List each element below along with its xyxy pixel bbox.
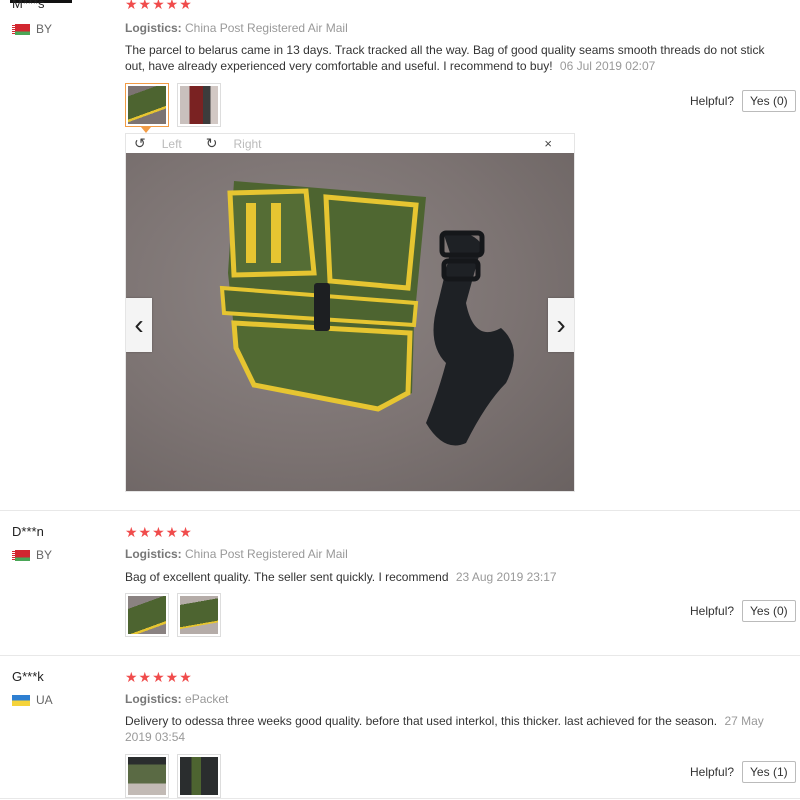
photo-thumbnail[interactable] — [177, 83, 221, 127]
helpful-yes-button[interactable]: Yes (0) — [742, 600, 796, 622]
photo-thumbnail[interactable] — [177, 754, 221, 798]
photo-thumbnail[interactable] — [177, 593, 221, 637]
review-text: Bag of excellent quality. The seller sen… — [125, 569, 765, 585]
logistics-info: Logistics: China Post Registered Air Mai… — [125, 21, 348, 35]
review-text: Delivery to odessa three weeks good qual… — [125, 713, 765, 745]
star-rating: ★★★★★ — [125, 524, 193, 540]
reviewer-country: BY — [12, 22, 52, 36]
reviewer-name: M***s — [12, 0, 45, 11]
review-body: The parcel to belarus came in 13 days. T… — [125, 43, 765, 73]
bag-photo-thumb — [128, 757, 166, 795]
reviewer-country: UA — [12, 693, 53, 707]
helpful-label: Helpful? — [690, 765, 735, 779]
next-photo-button[interactable]: › — [548, 298, 574, 352]
photo-thumbnails — [125, 754, 221, 798]
review-photo: ‹ › — [126, 153, 574, 491]
photo-thumbnails — [125, 83, 221, 127]
country-code: BY — [36, 548, 53, 562]
logistics-info: Logistics: China Post Registered Air Mai… — [125, 547, 348, 561]
review-date: 23 Aug 2019 23:17 — [455, 570, 557, 584]
viewer-toolbar: ↺ Left ↻ Right × — [126, 134, 574, 153]
prev-photo-button[interactable]: ‹ — [126, 298, 152, 352]
review-body: Bag of excellent quality. The seller sen… — [125, 570, 449, 584]
star-rating: ★★★★★ — [125, 0, 193, 12]
logistics-value: ePacket — [185, 692, 229, 706]
photo-thumbnail[interactable] — [125, 83, 169, 127]
photo-thumbnail[interactable] — [125, 593, 169, 637]
rotate-right-icon: ↻ — [205, 135, 218, 151]
logistics-value: China Post Registered Air Mail — [185, 21, 348, 35]
review-divider — [0, 655, 800, 656]
photo-thumbnail[interactable] — [125, 754, 169, 798]
rotate-left-label: Left — [161, 136, 182, 151]
bag-photo-thumb — [180, 757, 218, 795]
review-divider — [0, 510, 800, 511]
reviewer-country: BY — [12, 548, 52, 562]
country-code: BY — [36, 22, 53, 36]
helpful-yes-button[interactable]: Yes (1) — [742, 761, 796, 783]
logistics-label: Logistics: — [125, 547, 182, 561]
country-code: UA — [36, 693, 53, 707]
review-body: Delivery to odessa three weeks good qual… — [125, 714, 718, 728]
bag-photo-thumb — [128, 86, 166, 124]
review-divider — [0, 798, 800, 799]
rotate-right-button[interactable]: ↻ Right — [206, 135, 274, 152]
belarus-flag-icon — [12, 23, 30, 35]
rotate-left-button[interactable]: ↺ Left — [134, 135, 194, 152]
rotate-left-icon: ↺ — [134, 135, 146, 151]
worn-bag-photo-thumb — [180, 86, 218, 124]
bag-photo-thumb — [180, 596, 218, 634]
ukraine-flag-icon — [12, 694, 30, 706]
close-icon[interactable]: × — [544, 136, 552, 151]
rotate-right-label: Right — [233, 136, 262, 151]
helpful-section: Helpful? Yes (1) — [690, 761, 796, 783]
logistics-label: Logistics: — [125, 21, 182, 35]
logistics-value: China Post Registered Air Mail — [185, 547, 348, 561]
helpful-section: Helpful? Yes (0) — [690, 600, 796, 622]
bag-photo-illustration — [219, 181, 514, 446]
photo-thumbnails — [125, 593, 221, 637]
logistics-info: Logistics: ePacket — [125, 692, 228, 706]
helpful-label: Helpful? — [690, 604, 735, 618]
bag-photo-thumb — [128, 596, 166, 634]
helpful-section: Helpful? Yes (0) — [690, 90, 796, 112]
star-rating: ★★★★★ — [125, 669, 193, 685]
belarus-flag-icon — [12, 549, 30, 561]
helpful-label: Helpful? — [690, 94, 735, 108]
review-date: 06 Jul 2019 02:07 — [559, 59, 656, 73]
logistics-label: Logistics: — [125, 692, 182, 706]
helpful-yes-button[interactable]: Yes (0) — [742, 90, 796, 112]
reviewer-name: D***n — [12, 524, 44, 539]
review-text: The parcel to belarus came in 13 days. T… — [125, 42, 765, 74]
reviewer-name: G***k — [12, 669, 44, 684]
photo-viewer: ↺ Left ↻ Right × ‹ › — [125, 133, 575, 492]
